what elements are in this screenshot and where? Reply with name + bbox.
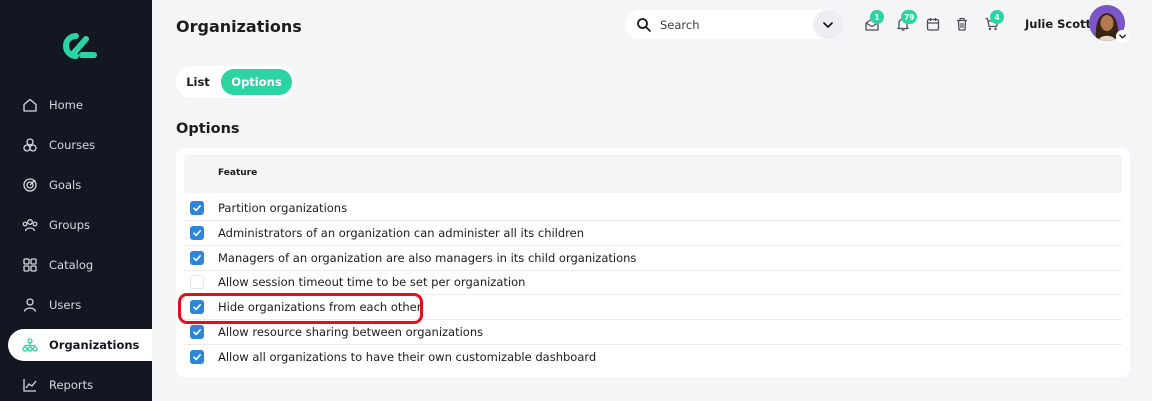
- tab-options[interactable]: Options: [221, 69, 292, 95]
- view-tabs: List Options: [176, 66, 295, 98]
- feature-checkbox[interactable]: [190, 250, 204, 265]
- table-row: Allow all organizations to have their ow…: [184, 345, 1122, 370]
- search-bar[interactable]: [625, 10, 843, 39]
- cart-badge: 4: [990, 10, 1004, 24]
- feature-label: Allow session timeout time to be set per…: [218, 275, 526, 290]
- column-header-feature: Feature: [218, 168, 258, 178]
- highlight-annotation: [178, 293, 423, 324]
- section-title: Options: [176, 121, 240, 137]
- sidebar-item-label: Courses: [49, 138, 96, 152]
- sidebar-item-label: Groups: [49, 218, 91, 232]
- sidebar-item-reports[interactable]: Reports: [8, 369, 152, 401]
- search-icon: [636, 17, 652, 33]
- sidebar-item-groups[interactable]: Groups: [8, 209, 152, 241]
- checkmark-icon: [193, 329, 201, 336]
- feature-checkbox[interactable]: [190, 350, 204, 365]
- table-row: Partition organizations: [184, 196, 1122, 221]
- calendar-icon: [926, 18, 940, 31]
- sidebar-item-label: Users: [49, 298, 82, 312]
- sidebar-item-home[interactable]: Home: [8, 89, 152, 121]
- users-icon: [22, 297, 38, 313]
- catalog-icon: [22, 257, 38, 273]
- sidebar-item-label: Reports: [49, 378, 94, 392]
- feature-label: Partition organizations: [218, 201, 348, 215]
- home-icon: [22, 97, 38, 113]
- search-input[interactable]: [660, 17, 800, 32]
- messages-badge: 1: [870, 10, 884, 24]
- sidebar-item-goals[interactable]: Goals: [8, 169, 152, 201]
- sidebar-item-label: Organizations: [49, 338, 140, 352]
- user-name[interactable]: Julie Scott: [1025, 17, 1091, 31]
- trash-button[interactable]: [953, 15, 971, 33]
- search-dropdown-button[interactable]: [813, 10, 843, 39]
- app-logo[interactable]: [54, 30, 98, 62]
- options-table: Feature Partition organizations Administr…: [176, 148, 1130, 377]
- courses-icon: [22, 137, 38, 153]
- messages-button[interactable]: 1: [863, 10, 884, 33]
- table-row: Managers of an organization are also man…: [184, 246, 1122, 271]
- user-menu-chevron[interactable]: [1116, 30, 1129, 43]
- feature-checkbox[interactable]: [190, 275, 204, 290]
- chevron-down-icon: [823, 21, 833, 28]
- feature-checkbox[interactable]: [190, 325, 204, 339]
- trash-icon: [957, 17, 967, 31]
- checkmark-icon: [193, 229, 201, 236]
- checkmark-icon: [193, 254, 201, 261]
- sidebar-item-users[interactable]: Users: [8, 289, 152, 321]
- sidebar-item-label: Home: [49, 98, 83, 112]
- checkmark-icon: [193, 205, 201, 212]
- chevron-down-icon: [1119, 34, 1126, 39]
- sidebar: Home Courses Goals Groups Catalog Users: [0, 0, 152, 401]
- sidebar-item-catalog[interactable]: Catalog: [8, 249, 152, 281]
- feature-label: Allow all organizations to have their ow…: [218, 350, 597, 365]
- cart-button[interactable]: 4: [983, 10, 1004, 33]
- table-row: Administrators of an organization can ad…: [184, 221, 1122, 246]
- checkmark-icon: [193, 354, 201, 361]
- sidebar-item-label: Goals: [49, 178, 82, 192]
- table-row: Allow session timeout time to be set per…: [184, 270, 1122, 296]
- feature-checkbox[interactable]: [190, 225, 204, 240]
- feature-label: Managers of an organization are also man…: [218, 250, 637, 265]
- notifications-button[interactable]: 79: [894, 10, 918, 33]
- calendar-button[interactable]: [924, 15, 942, 33]
- sidebar-item-organizations[interactable]: Organizations: [8, 329, 152, 361]
- sidebar-item-label: Catalog: [49, 258, 94, 272]
- groups-icon: [22, 217, 38, 233]
- sidebar-item-courses[interactable]: Courses: [8, 129, 152, 161]
- tab-list[interactable]: List: [179, 69, 217, 95]
- goals-icon: [22, 177, 38, 193]
- organizations-icon: [22, 337, 38, 353]
- notifications-badge: 79: [901, 10, 918, 24]
- feature-label: Administrators of an organization can ad…: [218, 225, 585, 240]
- feature-checkbox[interactable]: [190, 201, 204, 215]
- page-title: Organizations: [176, 17, 302, 36]
- reports-icon: [22, 377, 38, 393]
- table-header: Feature: [184, 155, 1122, 193]
- feature-label: Allow resource sharing between organizat…: [218, 325, 484, 339]
